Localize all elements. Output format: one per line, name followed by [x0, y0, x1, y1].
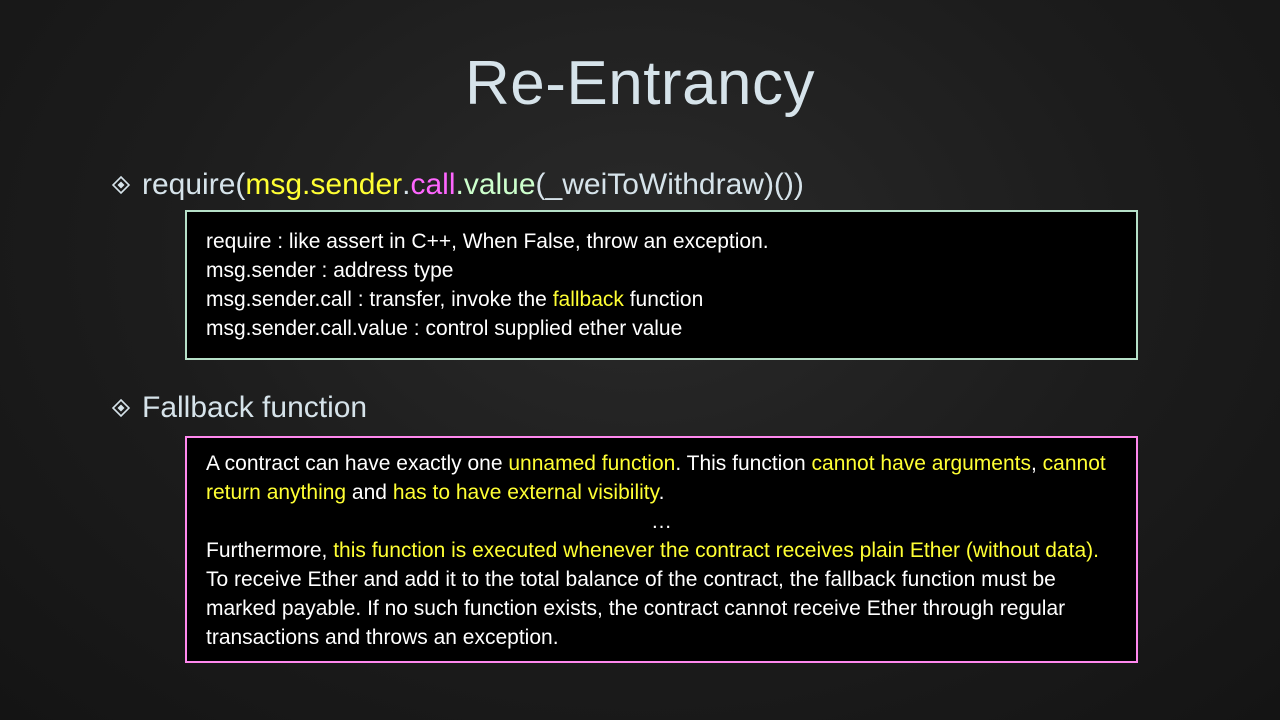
fallback-description-box: A contract can have exactly one unnamed … [185, 436, 1138, 663]
fallback-highlight: fallback [552, 288, 624, 311]
p2-text: Furthermore, [206, 539, 334, 562]
explanation-line-require: require : like assert in C++, When False… [206, 230, 769, 253]
fallback-paragraph-2: Furthermore, this function is executed w… [206, 536, 1117, 652]
code-msg-sender: msg.sender [245, 168, 403, 201]
slide: Re-Entrancy require(msg.sender. call .valu… [0, 0, 1280, 720]
diamond-bullet-icon [110, 174, 132, 196]
p1-text: , [1031, 452, 1043, 475]
diamond-bullet-icon [110, 397, 132, 419]
p1-text: A contract can have exactly one [206, 452, 509, 475]
code-args: (_weiToWithdraw)()) [535, 168, 804, 201]
call-text-a: msg.sender.call : transfer, invoke the [206, 288, 553, 311]
p1-text: . This function [675, 452, 812, 475]
fallback-paragraph-1: A contract can have exactly one unnamed … [206, 449, 1117, 507]
slide-title: Re-Entrancy [464, 49, 816, 118]
p1-text: and [346, 481, 393, 504]
ellipsis: … [651, 510, 672, 533]
p1-text: . [658, 481, 665, 504]
p1-unnamed-function: unnamed function [508, 452, 676, 475]
code-value: .value [455, 168, 536, 201]
p2-executed-highlight: this function is executed whenever the c… [333, 539, 1099, 562]
p1-external-visibility: has to have external visibility [392, 481, 659, 504]
p2-text: To receive Ether and add it to the total… [206, 568, 1066, 649]
code-require: require( [142, 168, 246, 201]
explanation-line-value: msg.sender.call.value : control supplied… [206, 317, 683, 340]
fallback-heading: Fallback function [142, 391, 368, 424]
call-text-c: function [623, 288, 704, 311]
require-explanation-box: require : like assert in C++, When False… [185, 210, 1138, 360]
p1-no-arguments: cannot have arguments [811, 452, 1031, 475]
bullet-require: require(msg.sender. call .value (_weiToWith… [110, 168, 804, 202]
code-call: call [410, 168, 456, 201]
code-dot: . [402, 168, 411, 201]
explanation-line-msg-sender: msg.sender : address type [206, 259, 454, 282]
bullet-fallback: Fallback function [110, 391, 367, 425]
explanation-line-call: msg.sender.call : transfer, invoke the f… [206, 285, 1117, 314]
